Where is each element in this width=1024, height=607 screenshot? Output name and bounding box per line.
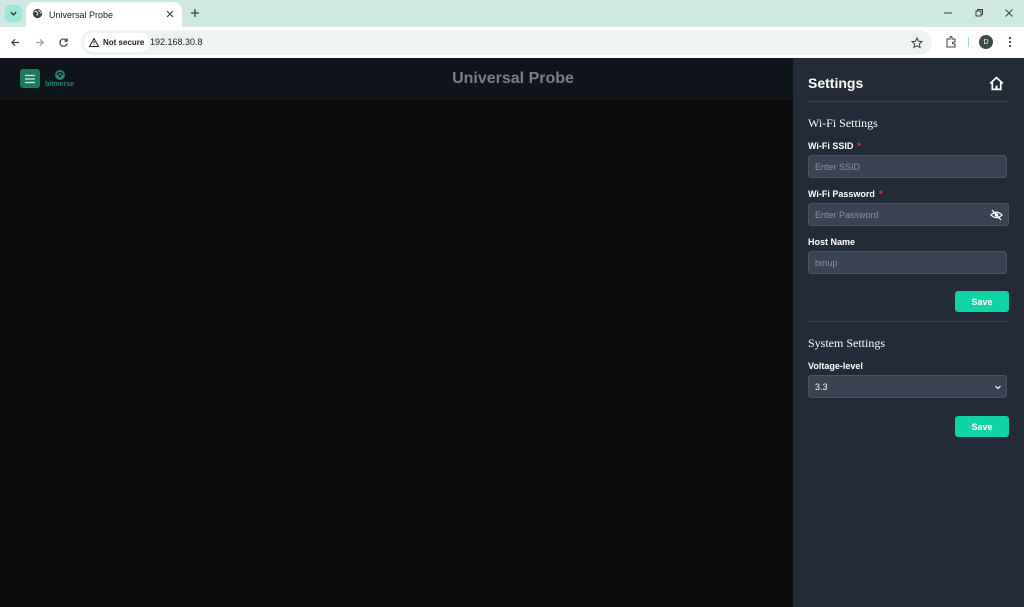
- settings-panel: Settings Wi-Fi Settings Wi-Fi SSID * Ente…: [793, 58, 1024, 607]
- security-label: Not secure: [103, 38, 145, 47]
- system-section-title: System Settings: [808, 336, 886, 350]
- close-icon[interactable]: [164, 8, 176, 20]
- app-bar: bitmerse Universal Probe: [0, 58, 793, 100]
- toolbar-divider: [968, 37, 969, 47]
- extensions-icon[interactable]: [944, 35, 958, 49]
- window-close-icon[interactable]: [1002, 6, 1016, 20]
- browser-toolbar: Not secure 192.168.30.8: [0, 27, 1024, 58]
- eye-off-icon[interactable]: [990, 209, 1003, 221]
- wifi-save-button[interactable]: Save: [955, 291, 1009, 312]
- browser-tabstrip: Universal Probe: [0, 0, 1024, 27]
- divider: [808, 101, 1008, 102]
- voltage-select[interactable]: 3.3: [808, 375, 1007, 398]
- ssid-placeholder: Enter SSID: [815, 161, 861, 172]
- required-mark: *: [857, 141, 861, 151]
- chevron-down-icon: [994, 383, 1002, 391]
- warning-icon: [89, 38, 99, 47]
- reload-icon[interactable]: [56, 35, 70, 49]
- globe-icon: [32, 6, 43, 24]
- restore-icon[interactable]: [972, 6, 986, 20]
- tab-title: Universal Probe: [49, 9, 114, 20]
- password-label: Wi-Fi Password *: [808, 189, 883, 199]
- address-bar[interactable]: Not secure 192.168.30.8: [81, 30, 932, 55]
- kebab-icon[interactable]: [1004, 35, 1016, 49]
- plus-icon[interactable]: [188, 6, 202, 20]
- main-content: [0, 100, 793, 607]
- divider: [808, 321, 1008, 322]
- browser-tab[interactable]: Universal Probe: [26, 2, 182, 27]
- system-save-button[interactable]: Save: [955, 416, 1009, 437]
- tab-search-icon[interactable]: [5, 5, 22, 22]
- host-placeholder: bmup: [815, 257, 838, 268]
- forward-icon[interactable]: [32, 35, 46, 49]
- home-icon[interactable]: [988, 75, 1005, 92]
- required-mark: *: [878, 189, 883, 199]
- host-label: Host Name: [808, 237, 856, 247]
- minimize-icon[interactable]: [941, 6, 955, 20]
- url-text: 192.168.30.8: [150, 37, 203, 47]
- voltage-label: Voltage-level: [808, 361, 863, 371]
- settings-title: Settings: [808, 75, 864, 91]
- wifi-section-title: Wi-Fi Settings: [808, 116, 878, 130]
- back-icon[interactable]: [8, 35, 22, 49]
- voltage-value: 3.3: [815, 381, 828, 392]
- ssid-input[interactable]: Enter SSID: [808, 155, 1007, 178]
- star-icon[interactable]: [910, 36, 923, 49]
- security-chip[interactable]: Not secure: [84, 33, 151, 52]
- password-placeholder: Enter Password: [815, 209, 879, 220]
- profile-avatar[interactable]: D: [979, 35, 993, 49]
- host-input[interactable]: bmup: [808, 251, 1007, 274]
- password-input[interactable]: Enter Password: [808, 203, 1009, 226]
- ssid-label: Wi-Fi SSID *: [808, 141, 861, 151]
